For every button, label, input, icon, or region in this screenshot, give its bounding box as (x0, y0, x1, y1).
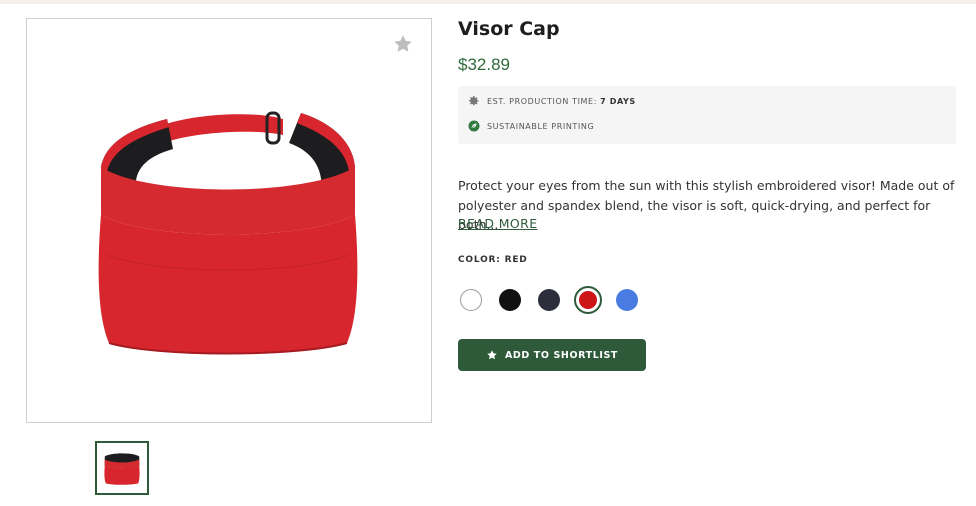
favorite-star-icon[interactable] (392, 33, 414, 55)
star-icon (487, 350, 497, 360)
sustainable-row: SUSTAINABLE PRINTING (468, 120, 594, 132)
swatch-navy[interactable] (538, 289, 560, 311)
color-label: COLOR: RED (458, 255, 528, 265)
production-time-text: EST. PRODUCTION TIME: 7 DAYS (487, 96, 636, 106)
swatch-white[interactable] (460, 289, 482, 311)
leaf-icon (468, 120, 480, 132)
visor-cap-image (98, 111, 358, 355)
top-strip (0, 0, 976, 4)
product-image-frame (26, 18, 432, 423)
production-info-box: EST. PRODUCTION TIME: 7 DAYS SUSTAINABLE… (458, 86, 956, 144)
swatch-red-fill (579, 291, 597, 309)
read-more-link[interactable]: READ MORE (458, 216, 538, 231)
swatch-red-selected[interactable] (574, 286, 602, 314)
thumbnail-cap-image (104, 453, 140, 485)
product-title: Visor Cap (458, 18, 560, 40)
product-price: $32.89 (458, 55, 510, 74)
sustainable-text: SUSTAINABLE PRINTING (487, 121, 595, 131)
gear-icon (469, 96, 479, 106)
swatch-royal-blue[interactable] (616, 289, 638, 311)
add-to-shortlist-button[interactable]: ADD TO SHORTLIST (458, 339, 646, 371)
production-time-row: EST. PRODUCTION TIME: 7 DAYS (468, 95, 636, 107)
thumbnail-visor-red[interactable] (95, 441, 149, 495)
shortlist-label: ADD TO SHORTLIST (504, 349, 619, 361)
swatch-black[interactable] (499, 289, 521, 311)
